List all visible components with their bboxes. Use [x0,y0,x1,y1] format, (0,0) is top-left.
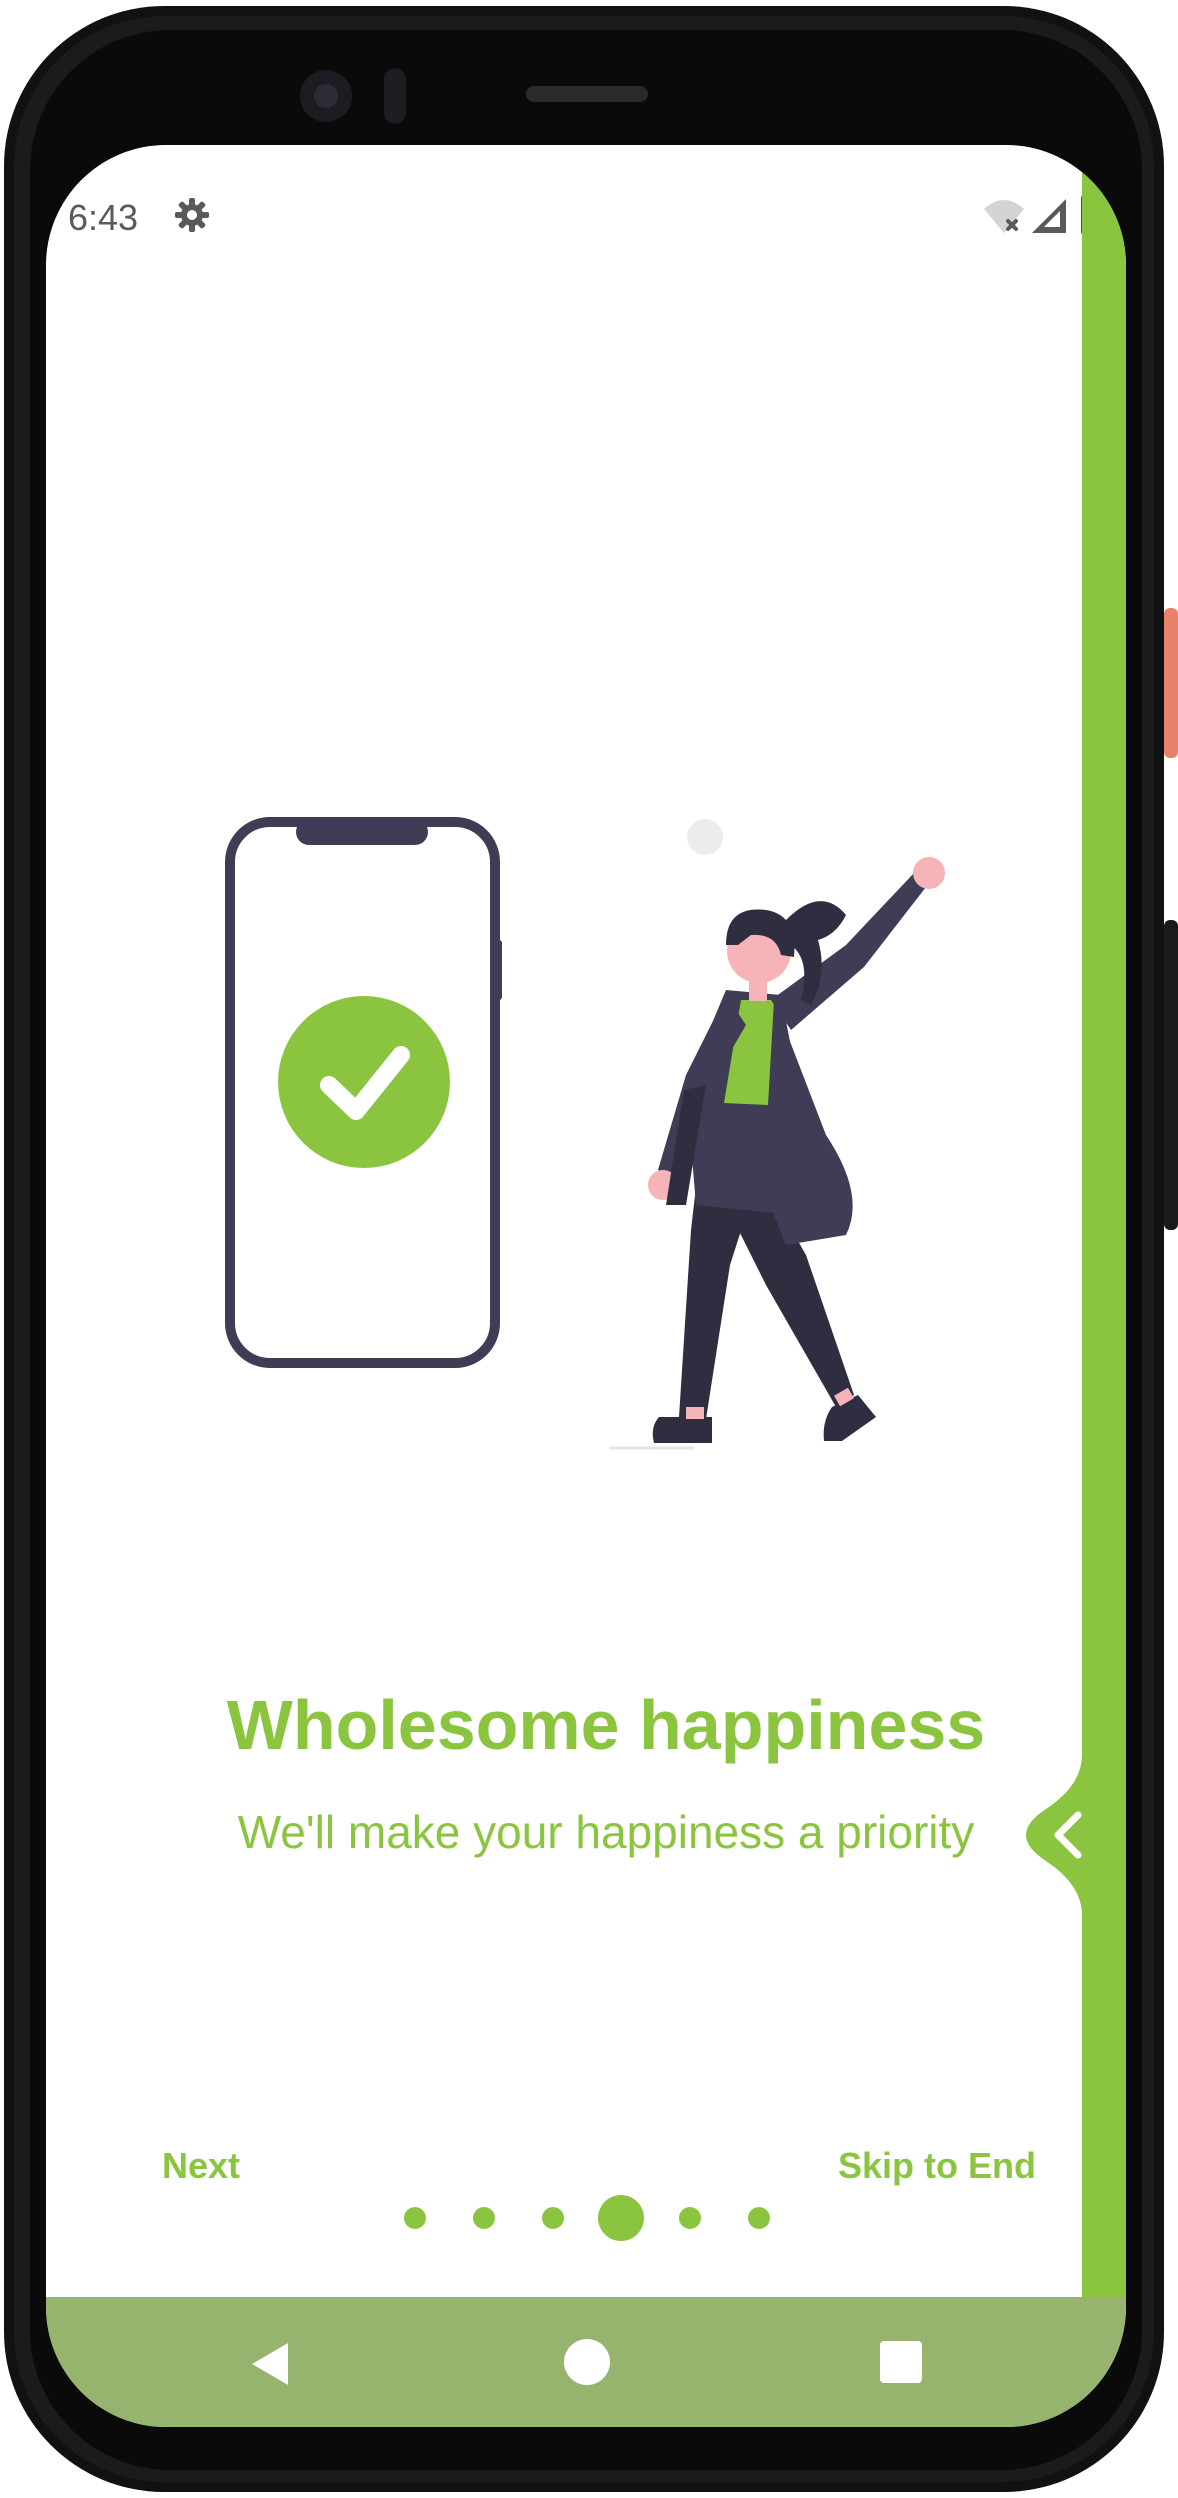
page-dot-active[interactable] [598,2195,644,2241]
page-dot[interactable] [542,2207,564,2229]
next-button[interactable]: Next [162,2145,240,2187]
onboarding-illustration [225,817,945,1450]
woman-illustration [609,857,945,1450]
app-screen: 6:43 Wholesome happiness We'll make your… [46,145,1126,2427]
page-dot[interactable] [404,2207,426,2229]
phone-illustration [225,817,502,1368]
swipe-back-handle[interactable] [1006,1745,1126,1925]
onboarding-subtitle: We'll make your happiness a priority [237,1806,975,1858]
back-icon[interactable] [246,2339,296,2389]
page-indicator [46,2193,1126,2243]
page-dot[interactable] [679,2207,701,2229]
page-dot[interactable] [748,2207,770,2229]
recents-icon[interactable] [880,2341,922,2383]
skip-to-end-button[interactable]: Skip to End [838,2145,1036,2187]
page-dot[interactable] [473,2207,495,2229]
onboarding-title: Wholesome happiness [226,1686,986,1764]
system-navigation-bar [46,2297,1126,2427]
device-stage: 6:43 Wholesome happiness We'll make your… [0,0,1178,2498]
home-icon[interactable] [564,2339,610,2385]
